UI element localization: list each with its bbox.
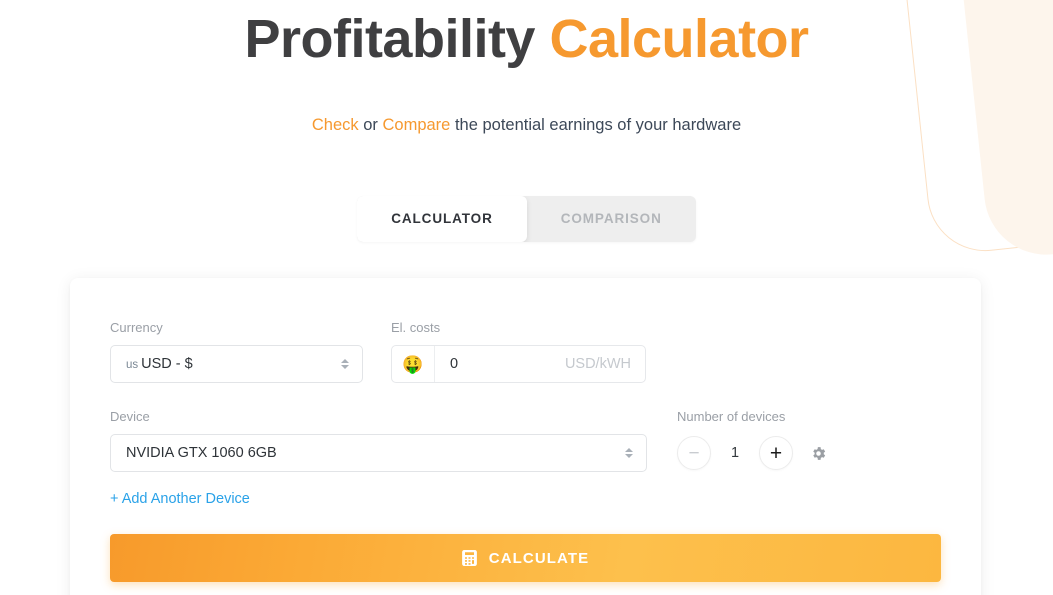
device-label: Device <box>110 409 150 424</box>
device-select-value: NVIDIA GTX 1060 6GB <box>126 445 277 461</box>
electricity-cost-field-group: El. costs 🤑 USD/kWH <box>391 320 646 383</box>
device-count-stepper: − 1 + <box>677 434 827 472</box>
currency-value-text: USD - $ <box>141 356 193 372</box>
chevron-updown-icon <box>625 448 633 458</box>
chevron-updown-icon <box>341 359 349 369</box>
subtitle-rest: the potential earnings of your hardware <box>450 116 742 134</box>
money-mouth-face-icon: 🤑 <box>392 346 435 382</box>
calculator-icon <box>461 550 477 566</box>
page-title: Profitability Calculator <box>0 2 1053 76</box>
add-another-device-link[interactable]: + Add Another Device <box>110 491 250 507</box>
el-costs-input[interactable] <box>448 355 552 373</box>
page-header: Profitability Calculator Check or Compar… <box>0 0 1053 136</box>
calculate-button-label: CALCULATE <box>488 549 590 567</box>
page-title-main: Profitability <box>244 9 535 69</box>
el-costs-unit-suffix: USD/kWH <box>564 356 631 372</box>
el-costs-input-group: 🤑 USD/kWH <box>391 345 646 383</box>
gear-icon[interactable] <box>810 445 827 462</box>
calculate-button[interactable]: CALCULATE <box>110 534 941 582</box>
el-costs-label: El. costs <box>391 320 441 335</box>
currency-field-group: Currency us USD - $ <box>110 320 363 383</box>
check-link[interactable]: Check <box>312 116 359 134</box>
currency-country-code: us <box>126 359 139 371</box>
device-select[interactable]: NVIDIA GTX 1060 6GB <box>110 434 647 472</box>
page-root: Profitability Calculator Check or Compar… <box>0 0 1053 595</box>
tabs-container: CALCULATOR COMPARISON <box>0 196 1053 242</box>
form-row-device: Device NVIDIA GTX 1060 6GB Number of dev… <box>110 409 941 472</box>
page-title-accent: Calculator <box>549 9 809 69</box>
currency-label: Currency <box>110 320 163 335</box>
device-field-group: Device NVIDIA GTX 1060 6GB <box>110 409 647 472</box>
calculator-card: Currency us USD - $ El. costs 🤑 0 USD/kW… <box>70 278 981 595</box>
compare-link[interactable]: Compare <box>382 116 450 134</box>
currency-select[interactable]: us USD - $ <box>110 345 363 383</box>
decrement-device-button[interactable]: − <box>677 436 711 470</box>
device-count-group: Number of devices − 1 + <box>677 409 827 472</box>
currency-select-value: us USD - $ <box>126 356 193 372</box>
tabs: CALCULATOR COMPARISON <box>357 196 696 242</box>
device-count-value: 1 <box>730 445 740 461</box>
device-count-label: Number of devices <box>677 409 786 424</box>
subtitle-conjunction: or <box>358 116 383 134</box>
form-row-currency-costs: Currency us USD - $ El. costs 🤑 0 USD/kW… <box>110 320 941 383</box>
tab-calculator[interactable]: CALCULATOR <box>357 196 527 242</box>
el-costs-input-wrap <box>435 346 565 382</box>
page-subtitle: Check or Compare the potential earnings … <box>0 76 1053 136</box>
tab-comparison[interactable]: COMPARISON <box>527 196 696 242</box>
increment-device-button[interactable]: + <box>759 436 793 470</box>
